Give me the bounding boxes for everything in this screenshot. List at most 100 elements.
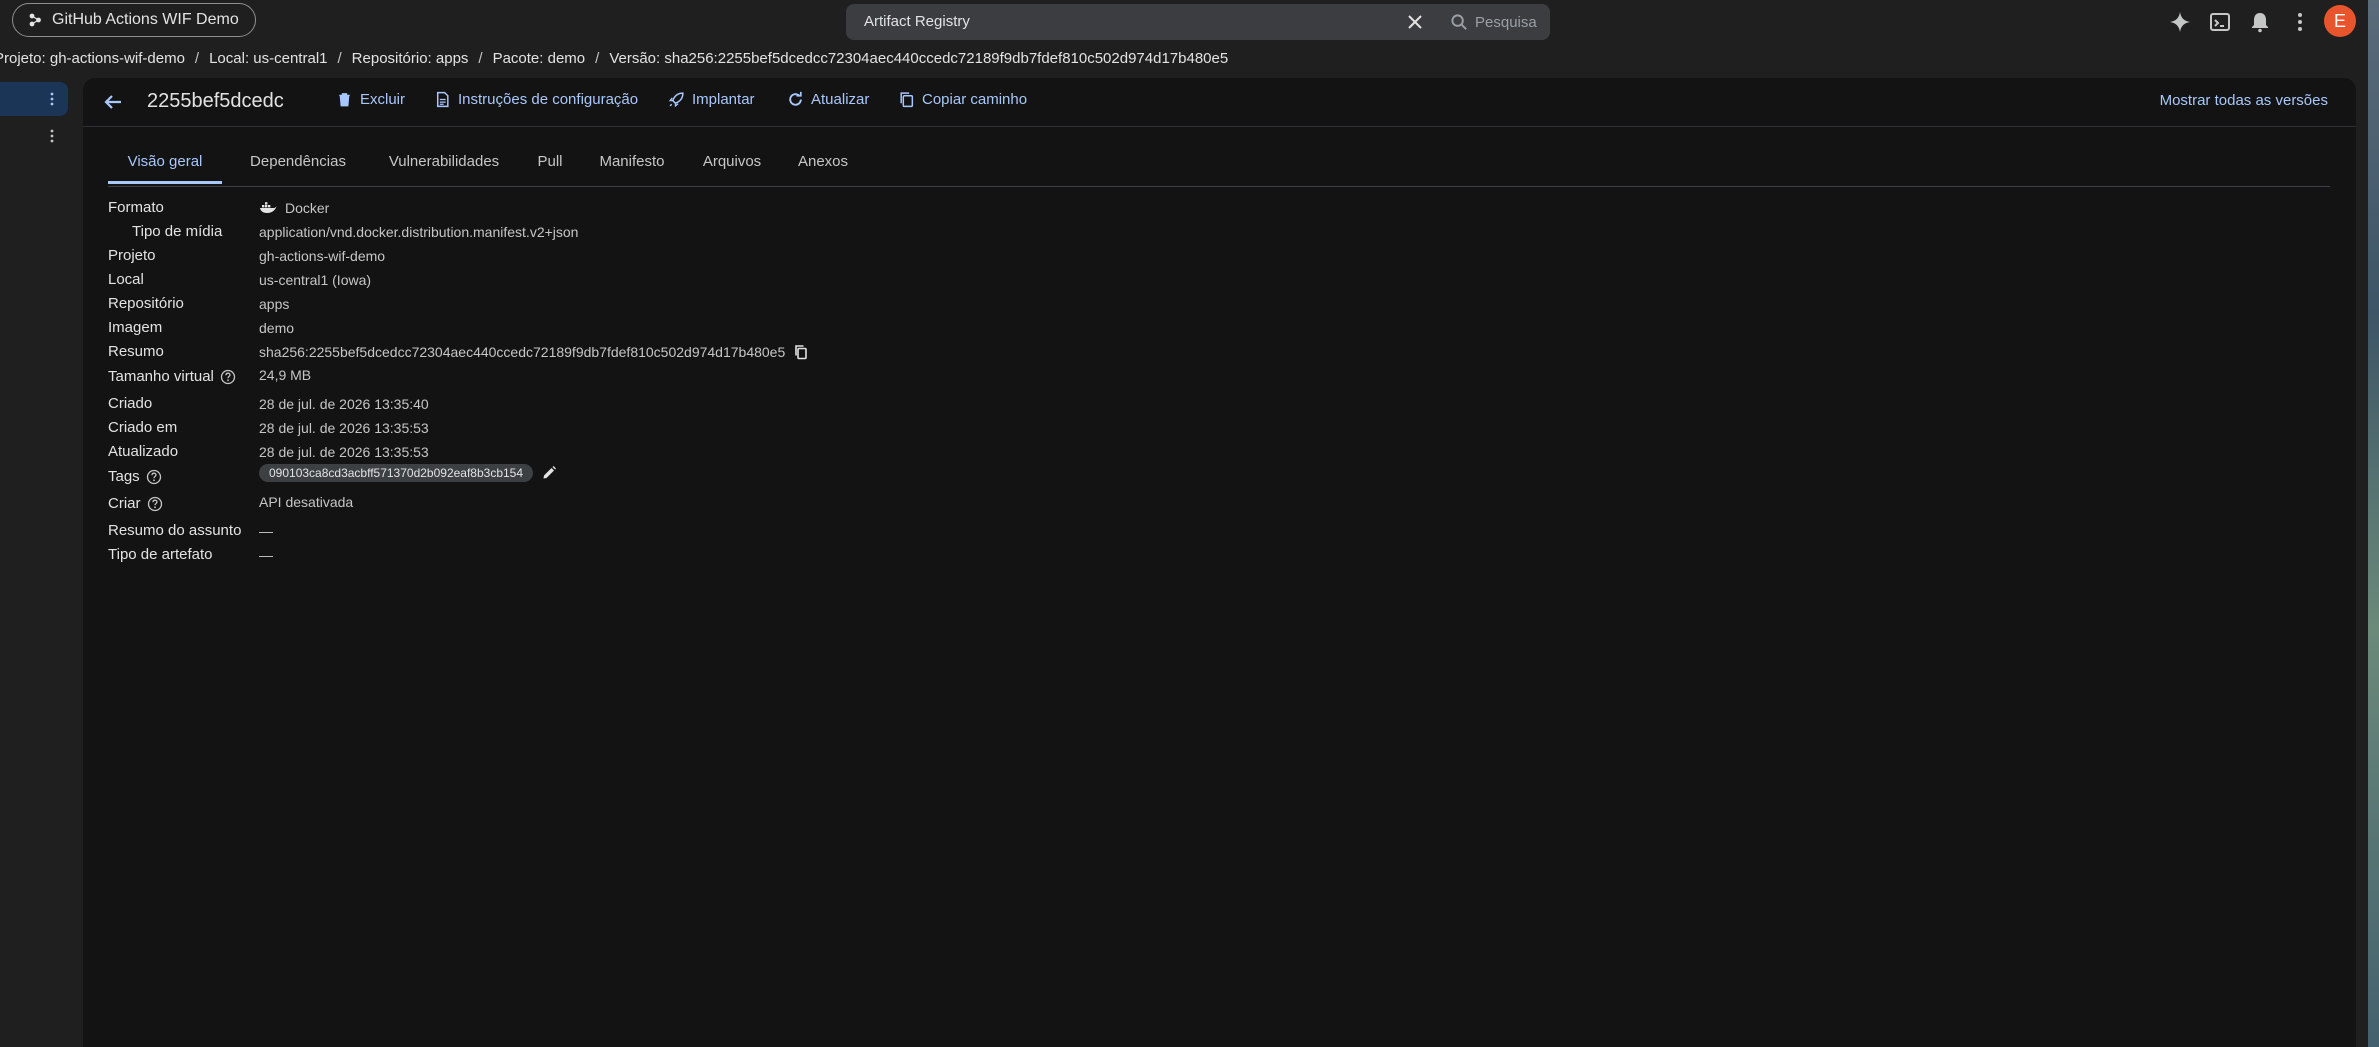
breadcrumb-version: Versão: sha256:2255bef5dcedcc72304aec440…: [609, 50, 1229, 67]
created-at-value: 28 de jul. de 2026 13:35:53: [259, 420, 429, 436]
detail-row-artifact-type: Tipo de artefato —: [108, 544, 1508, 566]
media-type-label: Tipo de mídia: [132, 223, 223, 240]
detail-row-format: Formato Docker: [108, 197, 1508, 219]
location-label: Local: [108, 271, 144, 288]
detail-row-virtual-size: Tamanho virtual 24,9 MB: [108, 366, 1508, 388]
copy-icon[interactable]: [793, 344, 809, 360]
left-nav-rail: [0, 78, 82, 1047]
artifact-type-value: —: [259, 547, 273, 563]
more-vert-icon[interactable]: [2288, 10, 2312, 34]
detail-row-created: Criado 28 de jul. de 2026 13:35:40: [108, 393, 1508, 415]
panel-scroll-gutter: [2356, 78, 2368, 1047]
copy-path-label: Copiar caminho: [922, 91, 1028, 108]
project-name: GitHub Actions WIF Demo: [52, 11, 239, 28]
digest-value-container: sha256:2255bef5dcedcc72304aec440ccedc721…: [259, 341, 809, 363]
detail-row-created-at: Criado em 28 de jul. de 2026 13:35:53: [108, 417, 1508, 439]
created-value: 28 de jul. de 2026 13:35:40: [259, 396, 429, 412]
format-label: Formato: [108, 199, 164, 216]
build-label: Criar: [108, 495, 141, 512]
edit-pencil-icon[interactable]: [541, 465, 557, 481]
refresh-icon: [789, 91, 802, 106]
image-value: demo: [259, 320, 295, 336]
help-icon[interactable]: [220, 369, 236, 385]
tab-attachments[interactable]: Anexos: [788, 148, 858, 184]
arrow-back-icon[interactable]: [101, 90, 125, 114]
digest-value: sha256:2255bef5dcedcc72304aec440ccedc721…: [259, 344, 786, 360]
breadcrumb-repository[interactable]: Repositório: apps: [352, 50, 469, 67]
notifications-bell-icon[interactable]: [2248, 10, 2272, 34]
docker-whale-icon: [260, 202, 277, 213]
tags-label-container: Tags: [108, 466, 162, 488]
refresh-button-label: Atualizar: [811, 91, 870, 108]
breadcrumb-project[interactable]: Projeto: gh-actions-wif-demo: [0, 50, 185, 67]
tab-vulnerabilities[interactable]: Vulnerabilidades: [376, 148, 512, 184]
tab-dependencies[interactable]: Dependências: [236, 148, 360, 184]
search-button-label: Pesquisa: [1475, 13, 1537, 31]
breadcrumb-package[interactable]: Pacote: demo: [493, 50, 586, 67]
image-label: Imagem: [108, 319, 163, 336]
media-type-value: application/vnd.docker.distribution.mani…: [259, 224, 579, 240]
avatar[interactable]: E: [2324, 5, 2356, 37]
delete-button-label: Excluir: [360, 91, 406, 108]
build-value: API desativada: [259, 494, 354, 510]
background-window-edge: [2368, 0, 2379, 1047]
action-bar: 2255bef5dcedc Excluir Instruções de conf…: [83, 78, 2356, 127]
breadcrumb-location[interactable]: Local: us-central1: [209, 50, 327, 67]
updated-value: 28 de jul. de 2026 13:35:53: [259, 444, 429, 460]
help-icon[interactable]: [147, 496, 163, 512]
breadcrumb-separator: /: [194, 50, 200, 67]
show-all-versions-button[interactable]: Mostrar todas as versões: [2160, 92, 2328, 109]
gemini-sparkle-icon[interactable]: [2168, 10, 2192, 34]
detail-row-updated: Atualizado 28 de jul. de 2026 13:35:53: [108, 441, 1508, 463]
tab-manifest[interactable]: Manifesto: [588, 148, 676, 184]
tab-files[interactable]: Arquivos: [692, 148, 772, 184]
rocket-icon: [668, 92, 684, 108]
project-hub-icon: [29, 13, 41, 27]
tab-overview[interactable]: Visão geral: [108, 148, 222, 184]
deploy-button-label: Implantar: [692, 91, 755, 108]
build-label-container: Criar: [108, 493, 163, 515]
top-bar: GitHub Actions WIF Demo Artifact Registr…: [0, 0, 2379, 44]
version-details-panel: 2255bef5dcedc Excluir Instruções de conf…: [83, 78, 2356, 1047]
breadcrumb-separator: /: [337, 50, 342, 67]
close-icon[interactable]: [1406, 13, 1424, 31]
detail-row-subject-digest: Resumo do assunto —: [108, 520, 1508, 542]
search-input[interactable]: Artifact Registry: [864, 4, 970, 40]
search-icon: [1451, 13, 1467, 30]
tab-bar: Visão geral Dependências Vulnerabilidade…: [108, 148, 2330, 187]
setup-instructions-button[interactable]: Instruções de configuração: [434, 91, 638, 108]
delete-button[interactable]: Excluir: [336, 91, 405, 108]
refresh-button[interactable]: Atualizar: [787, 91, 869, 108]
cloud-shell-terminal-icon[interactable]: [2208, 10, 2232, 34]
tags-label: Tags: [108, 468, 140, 485]
more-vert-icon[interactable]: [44, 91, 60, 107]
help-icon[interactable]: [146, 469, 162, 485]
detail-row-digest: Resumo sha256:2255bef5dcedcc72304aec440c…: [108, 341, 1508, 363]
location-value: us-central1 (Iowa): [259, 272, 372, 288]
trash-icon: [339, 93, 350, 107]
nav-item-active[interactable]: [0, 82, 68, 116]
created-at-label: Criado em: [108, 419, 178, 436]
page-title: 2255bef5dcedc: [147, 90, 284, 112]
search-button[interactable]: Pesquisa: [1450, 4, 1537, 40]
tab-pull[interactable]: Pull: [526, 148, 574, 184]
tags-value-container: 090103ca8cd3acbff571370d2b092eaf8b3cb154: [259, 464, 557, 482]
setup-instructions-label: Instruções de configuração: [458, 91, 639, 108]
format-value: Docker: [285, 200, 330, 216]
format-value-container: Docker: [259, 197, 329, 219]
repository-value: apps: [259, 296, 290, 312]
digest-label: Resumo: [108, 343, 164, 360]
detail-row-image: Imagem demo: [108, 317, 1508, 339]
deploy-button[interactable]: Implantar: [668, 91, 755, 108]
virtual-size-label-container: Tamanho virtual: [108, 366, 236, 388]
detail-row-repository: Repositório apps: [108, 293, 1508, 315]
more-vert-icon[interactable]: [44, 128, 60, 144]
copy-path-button[interactable]: Copiar caminho: [898, 91, 1027, 108]
updated-label: Atualizado: [108, 443, 179, 460]
created-label: Criado: [108, 395, 153, 412]
detail-row-media-type: Tipo de mídia application/vnd.docker.dis…: [108, 221, 1508, 243]
project-picker-button[interactable]: GitHub Actions WIF Demo: [12, 3, 256, 37]
search-box: Artifact Registry Pesquisa: [846, 4, 1550, 40]
detail-row-tags: Tags 090103ca8cd3acbff571370d2b092eaf8b3…: [108, 464, 1508, 488]
tag-chip[interactable]: 090103ca8cd3acbff571370d2b092eaf8b3cb154: [259, 464, 534, 482]
